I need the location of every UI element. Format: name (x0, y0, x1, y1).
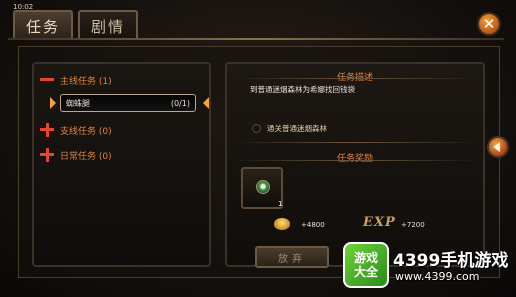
plus-icon (40, 123, 54, 137)
quest-list-panel (32, 62, 211, 267)
logo-brand: 4399手机游戏 (393, 251, 509, 271)
abandon-button[interactable]: 放弃 (255, 246, 329, 268)
logo-url: www.4399.com (395, 270, 480, 283)
quest-objective[interactable]: 通关普通迷烟森林 (252, 123, 327, 134)
close-x-icon: ✕ (482, 14, 496, 33)
gold-reward: +4800 (301, 221, 325, 229)
logo-badge: 游戏 大全 (343, 242, 389, 288)
chevron-left-icon (493, 142, 500, 152)
title-divider (232, 78, 478, 79)
tab-story[interactable]: 剧情 (78, 10, 138, 40)
category-label: 支线任务 (0) (60, 126, 112, 137)
reward-divider (232, 160, 478, 161)
reward-title: 任务奖励 (336, 154, 373, 164)
category-label: 日常任务 (0) (60, 151, 112, 162)
selection-arrow-right-icon (50, 97, 56, 109)
reward-item-count: 1 (278, 200, 283, 208)
reward-item-slot[interactable] (241, 167, 283, 209)
gem-icon (256, 180, 270, 194)
quest-progress: (0/1) (170, 98, 190, 108)
quest-window: 10:02 任务 剧情 ✕ 主线任务 (1) 蜘蛛腿 (0/1) 支线任务 (0… (0, 0, 516, 297)
close-button[interactable]: ✕ (477, 12, 501, 36)
objective-bullet-icon (252, 124, 261, 133)
objective-text: 通关普通迷烟森林 (267, 124, 327, 133)
side-nav-button[interactable] (485, 128, 511, 168)
quest-item-selected[interactable]: 蜘蛛腿 (0/1) (60, 94, 196, 112)
watermark-logo: 游戏 大全 4399手机游戏 www.4399.com (343, 240, 511, 292)
exp-label: EXP (363, 215, 396, 230)
gold-coin-icon (274, 218, 290, 230)
description-title: 任务描述 (336, 73, 373, 83)
logo-badge-line1: 游戏 (353, 251, 378, 265)
category-daily-quests[interactable]: 日常任务 (0) (40, 148, 112, 162)
tab-divider (8, 38, 504, 40)
objective-divider (232, 142, 478, 143)
plus-icon (40, 148, 54, 162)
category-side-quests[interactable]: 支线任务 (0) (40, 123, 112, 137)
quest-name: 蜘蛛腿 (66, 98, 90, 108)
minus-icon (40, 73, 54, 87)
selection-arrow-left-icon (203, 97, 209, 109)
category-main-quests[interactable]: 主线任务 (1) (40, 73, 112, 87)
description-text: 到普通迷烟森林为希娜找回钱袋 (250, 85, 355, 94)
tab-quests[interactable]: 任务 (13, 10, 73, 40)
exp-reward: +7200 (401, 221, 425, 229)
logo-badge-line2: 大全 (353, 265, 378, 279)
category-label: 主线任务 (1) (60, 76, 112, 87)
